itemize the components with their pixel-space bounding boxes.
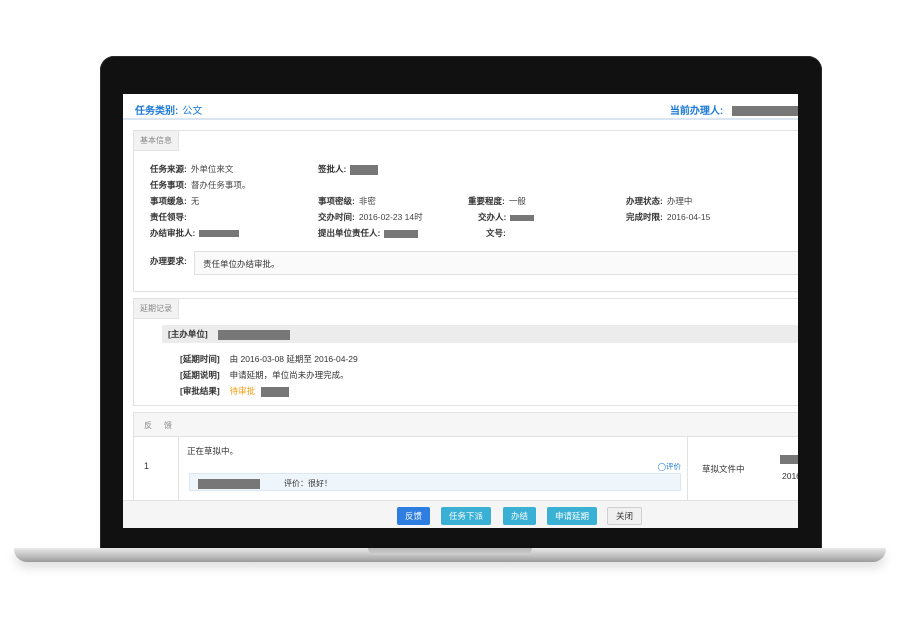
- deadline-label: 完成时限:: [626, 212, 663, 222]
- redacted-signer: [350, 164, 379, 175]
- field-urgency: 事项缓急: 无: [150, 195, 199, 207]
- extension-time-row: [延期时间] 由 2016-03-08 延期至 2016-04-29: [180, 353, 358, 365]
- redacted-host-unit: [218, 329, 291, 340]
- feedback-header: 反 馈: [134, 413, 798, 437]
- status-value: 办理中: [666, 196, 693, 206]
- redacted-commenter: [198, 478, 260, 489]
- deadline-value: 2016-04-15: [666, 212, 711, 222]
- source-label: 任务来源:: [150, 164, 187, 174]
- extension-reason-label: [延期说明]: [180, 370, 220, 380]
- field-approver: 办结审批人:: [150, 227, 240, 239]
- urgency-label: 事项缓急:: [150, 196, 187, 206]
- feedback-comment: 评价：很好！: [189, 473, 681, 491]
- feedback-table: 反 馈 1 正在草拟中。 ◯评价 评价：很好！ 草拟文件中 2016-0: [133, 412, 798, 503]
- field-deadline: 完成时限: 2016-04-15: [626, 211, 710, 223]
- feedback-row: 正在草拟中。 ◯评价 评价：很好！: [178, 437, 688, 503]
- assignee-label: 交办人:: [478, 212, 507, 222]
- field-secret: 事项密级: 非密: [318, 195, 376, 207]
- laptop-notch: [368, 548, 532, 555]
- redacted-handler: [732, 106, 798, 117]
- redacted-feedback-user: [780, 455, 798, 464]
- field-assignee: 交办人:: [478, 211, 535, 223]
- extension-reason-row: [延期说明] 申请延期，单位尚未办理完成。: [180, 369, 349, 381]
- feedback-col-index: 反: [144, 421, 152, 430]
- feedback-col-content: 馈: [164, 421, 172, 430]
- extension-title: 延期记录: [134, 299, 179, 319]
- extension-panel: 延期记录 [主办单位] [延期时间] 由 2016-03-08 延期至 2016-…: [133, 298, 798, 406]
- importance-value: 一般: [508, 196, 526, 206]
- field-status: 办理状态: 办理中: [626, 195, 692, 207]
- source-value: 外单位来文: [190, 164, 234, 174]
- header-bar: 任务类别: 公文 当前办理人:: [123, 94, 798, 120]
- comment-link-label: 评价: [666, 462, 681, 471]
- redacted-proposer: [384, 229, 419, 238]
- action-toolbar: 反馈 任务下派 办结 申请延期 关闭: [123, 500, 798, 528]
- field-requirement: 办理要求:: [150, 255, 187, 267]
- field-proposer: 提出单位责任人:: [318, 227, 419, 239]
- requirement-box: 责任单位办结审批。: [194, 251, 798, 275]
- assign-time-value: 2016-02-23 14时: [358, 212, 423, 222]
- field-source: 任务来源: 外单位来文: [150, 163, 233, 175]
- task-type-label: 任务类别:: [135, 106, 179, 117]
- field-doc-no: 文号:: [486, 227, 506, 239]
- proposer-label: 提出单位责任人:: [318, 228, 381, 238]
- approver-label: 办结审批人:: [150, 228, 196, 238]
- secret-label: 事项密级:: [318, 196, 355, 206]
- extension-result-label: [审批结果]: [180, 386, 220, 396]
- assign-time-label: 交办时间:: [318, 212, 355, 222]
- finish-button[interactable]: 办结: [503, 507, 537, 525]
- close-button[interactable]: 关闭: [607, 507, 643, 525]
- secret-value: 非密: [358, 196, 376, 206]
- extend-button[interactable]: 申请延期: [547, 507, 598, 525]
- feedback-button[interactable]: 反馈: [397, 507, 431, 525]
- basic-info-title: 基本信息: [134, 131, 179, 151]
- field-assign-time: 交办时间: 2016-02-23 14时: [318, 211, 423, 223]
- comment-link[interactable]: ◯评价: [658, 461, 681, 472]
- field-importance: 重要程度: 一般: [468, 195, 526, 207]
- field-matter: 任务事项: 督办任务事项。: [150, 179, 250, 191]
- redacted-approver-name: [261, 386, 290, 397]
- matter-label: 任务事项:: [150, 180, 187, 190]
- redacted-assignee: [510, 214, 535, 221]
- feedback-text: 正在草拟中。: [187, 446, 239, 456]
- current-handler: 当前办理人:: [670, 102, 798, 117]
- task-type-value: 公文: [182, 106, 203, 117]
- requirement-label: 办理要求:: [150, 256, 187, 266]
- signer-label: 签批人:: [318, 164, 347, 174]
- matter-value: 督办任务事项。: [190, 180, 251, 190]
- extension-time-label: [延期时间]: [180, 354, 220, 364]
- doc-no-label: 文号:: [486, 228, 506, 238]
- feedback-date: 2016-0: [782, 471, 798, 481]
- leader-label: 责任领导:: [150, 212, 187, 222]
- field-signer: 签批人:: [318, 163, 379, 175]
- host-unit-label: [主办单位]: [168, 329, 208, 339]
- importance-label: 重要程度:: [468, 196, 505, 206]
- extension-reason-value: 申请延期，单位尚未办理完成。: [229, 370, 349, 380]
- current-handler-label: 当前办理人:: [669, 106, 724, 117]
- dispatch-button[interactable]: 任务下派: [441, 507, 492, 525]
- feedback-status: 草拟文件中: [702, 464, 745, 474]
- comment-icon: ◯: [657, 462, 666, 471]
- extension-time-value: 由 2016-03-08 延期至 2016-04-29: [229, 354, 358, 364]
- status-label: 办理状态:: [626, 196, 663, 206]
- host-unit-bar: [主办单位]: [162, 325, 798, 343]
- feedback-comment-text: 评价：很好！: [284, 479, 332, 488]
- extension-result-value: 待审批: [229, 386, 256, 396]
- task-type: 任务类别: 公文: [135, 102, 202, 117]
- app-screen: 任务类别: 公文 当前办理人: 基本信息 任务来源: 外单位来文 签批人: 任务事项…: [123, 94, 798, 528]
- field-leader: 责任领导:: [150, 211, 187, 223]
- urgency-value: 无: [190, 196, 200, 206]
- basic-info-panel: 基本信息 任务来源: 外单位来文 签批人: 任务事项: 督办任务事项。 事项缓急: 无…: [133, 130, 798, 292]
- redacted-approver: [199, 230, 240, 238]
- feedback-row-index: 1: [144, 461, 150, 471]
- extension-result-row: [审批结果] 待审批: [180, 385, 290, 397]
